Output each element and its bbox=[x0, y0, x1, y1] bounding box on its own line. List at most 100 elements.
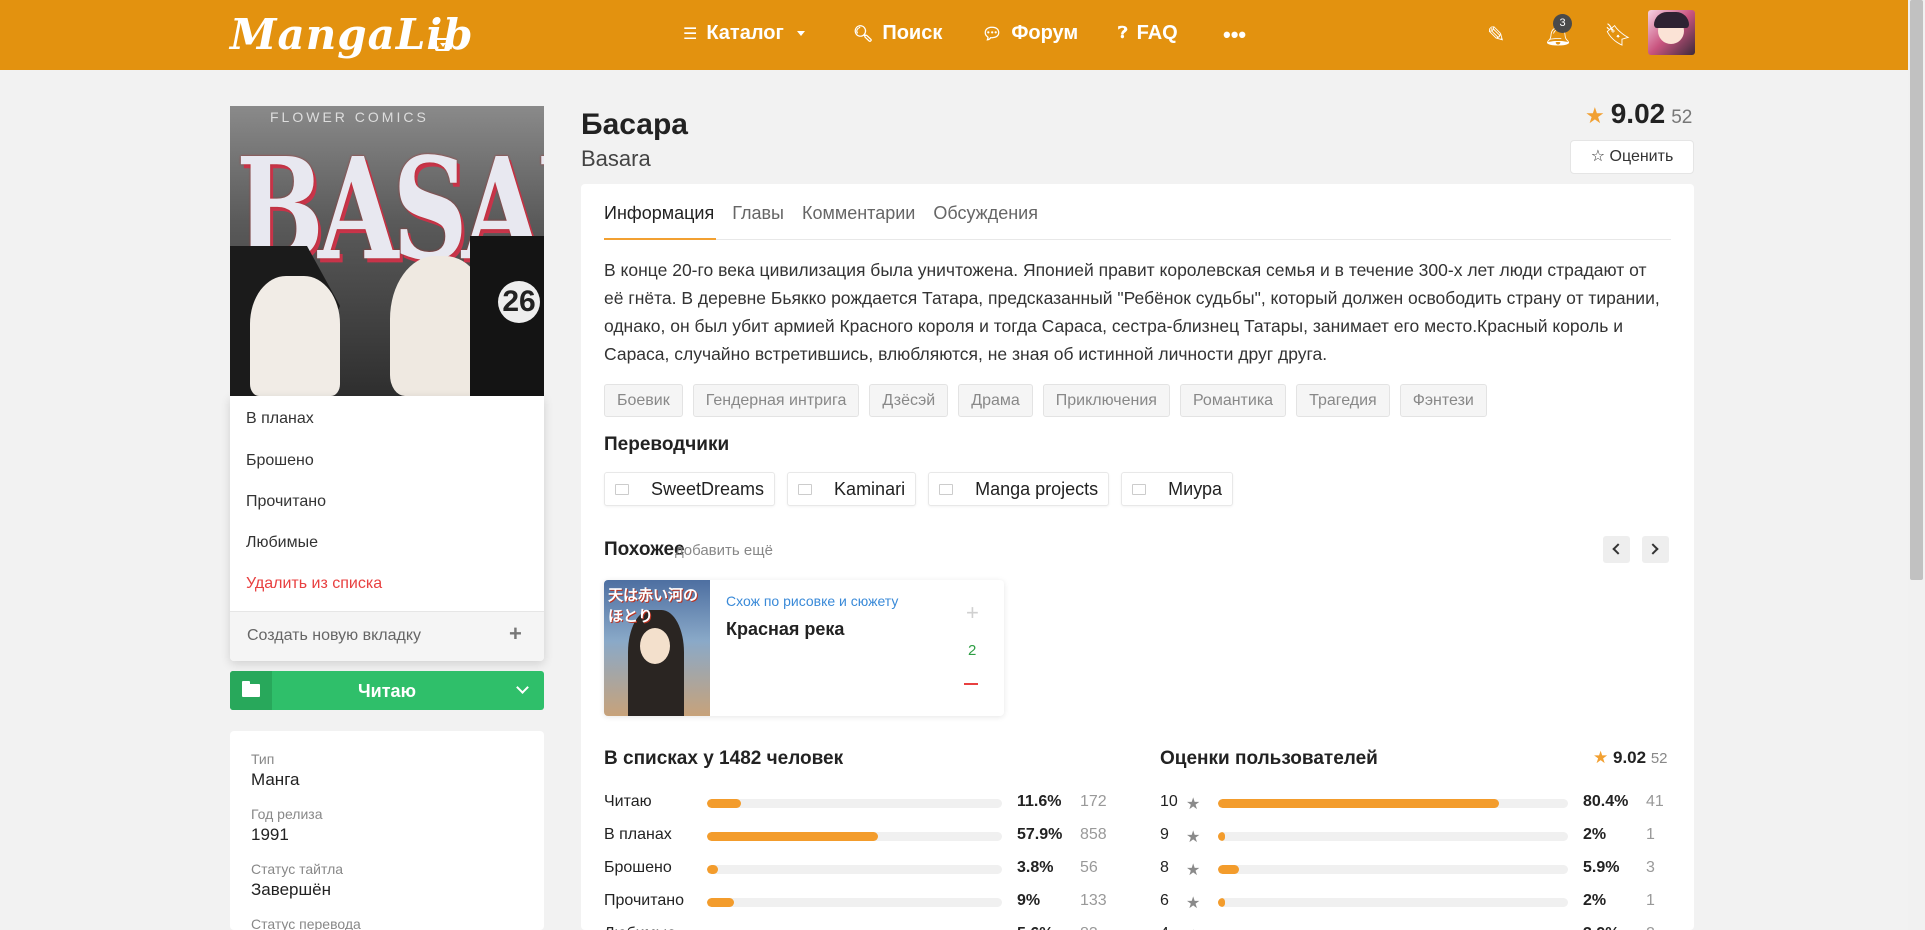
rating-stat-score: 6 bbox=[1160, 892, 1169, 909]
rating-stat-row: 10 ★ 80.4% 41 bbox=[1160, 793, 1680, 813]
menu-item-planned[interactable]: В планах bbox=[246, 410, 314, 428]
image-placeholder-icon bbox=[615, 483, 629, 495]
rating-stat-score: 4 bbox=[1160, 925, 1169, 930]
manga-info-card: Тип Манга Год релиза 1991 Статус тайтла … bbox=[230, 731, 544, 930]
similar-item-cover[interactable]: 天は赤い河のほとり bbox=[604, 580, 710, 716]
nav-catalog[interactable]: ☰ Каталог bbox=[683, 22, 805, 45]
rating-stat-row: 4 ★ 3.9% 2 bbox=[1160, 925, 1680, 930]
plus-icon[interactable]: + bbox=[509, 621, 522, 647]
prev-button[interactable] bbox=[1603, 536, 1630, 563]
rating-stat-count: 1 bbox=[1646, 826, 1655, 843]
site-logo[interactable]: MangaLib bbox=[230, 10, 474, 59]
list-stat-bar bbox=[707, 832, 1002, 841]
genre-tag[interactable]: Дзёсэй bbox=[869, 384, 949, 417]
ratings-count: 52 bbox=[1650, 750, 1668, 767]
list-stat-label: Читаю bbox=[604, 793, 652, 810]
tab-chapters[interactable]: Главы bbox=[732, 203, 784, 224]
similar-item-card[interactable]: 天は赤い河のほとり Схож по рисовке и сюжету Красн… bbox=[604, 580, 1004, 716]
nav-faq[interactable]: ❓︎ FAQ bbox=[1118, 22, 1178, 45]
rating-summary: ★ 9.02 52 bbox=[1585, 98, 1692, 130]
list-stat-count: 858 bbox=[1080, 826, 1107, 843]
rating-stat-count: 41 bbox=[1646, 793, 1664, 810]
list-stat-bar-fill bbox=[707, 865, 719, 874]
vote-down-button[interactable] bbox=[964, 683, 978, 685]
genre-tag[interactable]: Приключения bbox=[1042, 384, 1170, 417]
similar-reason: Схож по рисовке и сюжету bbox=[726, 593, 899, 609]
rating-stat-percent: 2% bbox=[1583, 826, 1607, 843]
nav-catalog-label: Каталог bbox=[706, 22, 784, 44]
info-status-value[interactable]: Завершён bbox=[251, 880, 331, 900]
genre-tag[interactable]: Драма bbox=[958, 384, 1033, 417]
rating-stat-bar-fill bbox=[1218, 865, 1239, 874]
list-stat-label: Любимые bbox=[604, 925, 676, 930]
content-tabs: Информация Главы Комментарии Обсуждения bbox=[604, 203, 1038, 224]
menu-item-favorites[interactable]: Любимые bbox=[246, 534, 318, 552]
rating-stat-count: 1 bbox=[1646, 892, 1655, 909]
star-icon: ★ bbox=[1186, 796, 1201, 813]
translator-item[interactable]: Kaminari bbox=[787, 472, 917, 506]
page-title: Басара bbox=[581, 108, 688, 141]
image-placeholder-icon bbox=[1132, 483, 1147, 495]
info-year-value[interactable]: 1991 bbox=[251, 825, 289, 845]
menu-item-completed[interactable]: Прочитано bbox=[246, 493, 326, 511]
nav-search[interactable]: 🔍︎ Поиск bbox=[853, 22, 942, 45]
translator-name: Manga projects bbox=[975, 478, 1099, 499]
next-button[interactable] bbox=[1642, 536, 1669, 563]
manga-cover: FLOWER COMICS BASARA 26 bbox=[230, 106, 544, 396]
star-icon: ★ bbox=[1186, 895, 1201, 912]
star-outline-icon: ☆ bbox=[1590, 148, 1606, 165]
reading-status-button[interactable]: Читаю bbox=[230, 671, 544, 710]
star-icon: ★ bbox=[1186, 926, 1200, 930]
list-stat-bar-fill bbox=[707, 832, 878, 841]
tab-discussions[interactable]: Обсуждения bbox=[933, 203, 1038, 224]
list-stat-row: Читаю 11.6% 172 bbox=[604, 793, 1124, 813]
similar-item-name[interactable]: Красная река bbox=[726, 619, 844, 640]
info-type-key: Тип bbox=[251, 751, 275, 767]
create-tab-row[interactable]: Создать новую вкладку + bbox=[230, 612, 544, 661]
vote-up-button[interactable]: + bbox=[966, 600, 979, 626]
menu-item-dropped[interactable]: Брошено bbox=[246, 452, 314, 470]
main-content-card: Информация Главы Комментарии Обсуждения … bbox=[581, 184, 1694, 930]
rating-stat-bar-fill bbox=[1218, 832, 1225, 841]
translator-item[interactable]: Миура bbox=[1121, 472, 1234, 506]
genre-tag[interactable]: Гендерная интрига bbox=[692, 384, 860, 417]
more-icon[interactable]: ••• bbox=[1223, 22, 1246, 48]
user-avatar[interactable] bbox=[1648, 10, 1695, 55]
translator-item[interactable]: Manga projects bbox=[928, 472, 1110, 506]
tab-info[interactable]: Информация bbox=[604, 203, 714, 224]
translator-name: Миура bbox=[1168, 478, 1223, 499]
tab-comments[interactable]: Комментарии bbox=[802, 203, 915, 224]
rating-stat-count: 3 bbox=[1646, 859, 1655, 876]
pencil-icon[interactable]: ✎ bbox=[1487, 22, 1505, 48]
scrollbar-thumb[interactable] bbox=[1910, 0, 1923, 580]
list-stat-percent: 9% bbox=[1017, 892, 1041, 909]
info-translation-status-key: Статус перевода bbox=[251, 916, 361, 930]
list-stat-bar bbox=[707, 898, 1002, 907]
info-type-value[interactable]: Манга bbox=[251, 770, 299, 790]
translator-name: Kaminari bbox=[834, 478, 906, 499]
genre-tag[interactable]: Трагедия bbox=[1296, 384, 1390, 417]
translator-item[interactable]: SweetDreams bbox=[604, 472, 776, 506]
nav-forum[interactable]: 💬︎ Форум bbox=[982, 22, 1078, 45]
chevron-right-icon bbox=[1647, 543, 1659, 555]
list-stat-label: Брошено bbox=[604, 859, 672, 876]
list-stat-row: Любимые 5.6% 83 bbox=[604, 925, 1124, 930]
genre-tag[interactable]: Фэнтези bbox=[1399, 384, 1487, 417]
similar-cover-text: 天は赤い河のほとり bbox=[608, 587, 699, 625]
rating-stat-score: 8 bbox=[1160, 859, 1169, 876]
genre-tag[interactable]: Романтика bbox=[1179, 384, 1287, 417]
rating-stat-percent: 3.9% bbox=[1583, 925, 1619, 930]
genre-tag[interactable]: Боевик bbox=[604, 384, 683, 417]
similar-add-more-link[interactable]: добавить ещё bbox=[675, 542, 773, 559]
logo-dropdown-icon[interactable] bbox=[435, 38, 450, 51]
list-stat-count: 133 bbox=[1080, 892, 1107, 909]
nav-forum-label: Форум bbox=[1011, 22, 1079, 44]
bookmark-icon[interactable]: 🔖︎ bbox=[1604, 22, 1632, 48]
chevron-left-icon bbox=[1612, 543, 1624, 555]
menu-item-remove[interactable]: Удалить из списка bbox=[246, 575, 382, 593]
rating-stat-bar bbox=[1218, 832, 1568, 841]
rate-button[interactable]: ☆ Оценить bbox=[1570, 140, 1694, 174]
info-status-key: Статус тайтла bbox=[251, 861, 344, 877]
similar-title: Похожее bbox=[604, 539, 685, 560]
tabs-divider bbox=[604, 239, 1671, 240]
